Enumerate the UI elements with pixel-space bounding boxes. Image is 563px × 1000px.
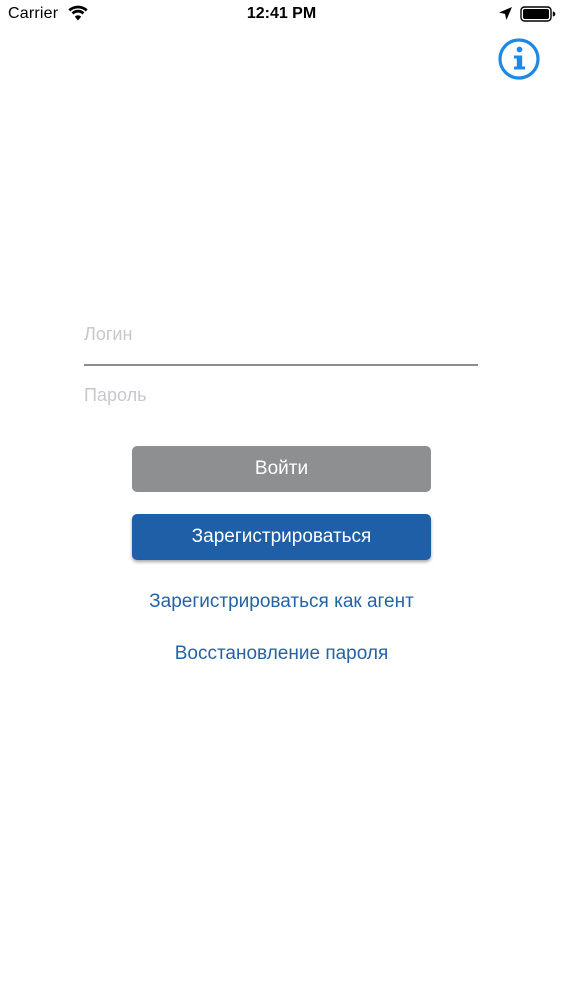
location-arrow-icon	[499, 7, 512, 20]
battery-icon	[520, 6, 556, 22]
info-button[interactable]	[497, 37, 541, 81]
info-icon	[498, 38, 540, 80]
login-field	[84, 314, 478, 354]
register-button[interactable]: Зарегистрироваться	[132, 514, 431, 560]
password-field	[84, 375, 478, 415]
field-divider	[84, 364, 478, 366]
status-bar: Carrier 12:41 PM	[0, 0, 563, 30]
password-input[interactable]	[84, 375, 478, 415]
recover-password-link[interactable]: Восстановление пароля	[0, 643, 563, 665]
login-input[interactable]	[84, 314, 478, 354]
login-button[interactable]: Войти	[132, 446, 431, 492]
register-agent-link[interactable]: Зарегистрироваться как агент	[0, 591, 563, 613]
status-time: 12:41 PM	[246, 5, 317, 22]
